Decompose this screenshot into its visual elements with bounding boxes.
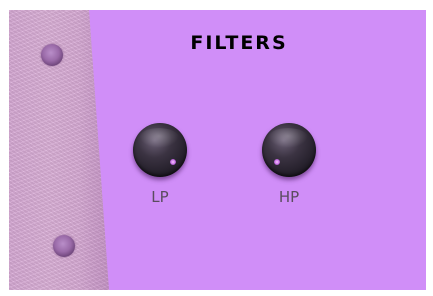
- hp-label: HP: [278, 188, 300, 206]
- lp-knob[interactable]: [133, 123, 187, 177]
- filters-panel: FILTERS LP HP: [9, 10, 426, 290]
- hp-knob-group: HP: [254, 123, 324, 213]
- panel-title: FILTERS: [190, 32, 288, 54]
- plugin-frame: FILTERS LP HP: [0, 0, 433, 296]
- screw-icon: [53, 235, 75, 257]
- knob-indicator-icon: [170, 159, 176, 165]
- knob-indicator-icon: [274, 159, 280, 165]
- hp-knob[interactable]: [262, 123, 316, 177]
- lp-label: LP: [151, 188, 169, 206]
- lp-knob-group: LP: [125, 123, 195, 213]
